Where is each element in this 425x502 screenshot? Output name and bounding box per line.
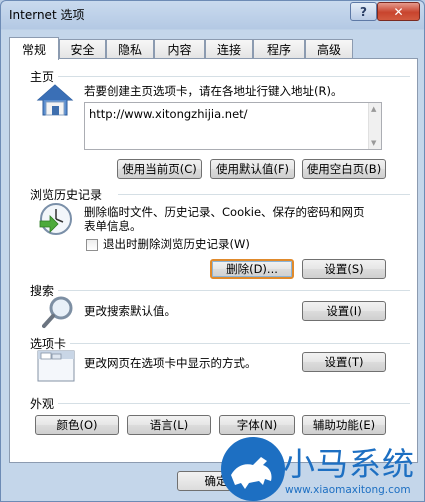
- search-settings-button[interactable]: 设置(I): [302, 301, 386, 321]
- help-button[interactable]: ?: [350, 2, 377, 21]
- tabs-settings-button[interactable]: 设置(T): [302, 352, 386, 372]
- tab-strip: 常规 安全 隐私 内容 连接 程序 高级: [9, 37, 419, 60]
- history-clock-icon: [39, 203, 72, 235]
- home-page-url-input[interactable]: http://www.xitongzhijia.net/ ▲ ▼: [84, 102, 382, 150]
- help-icon: ?: [360, 4, 367, 19]
- tabs-description: 更改网页在选项卡中显示的方式。: [84, 356, 257, 370]
- tab-privacy[interactable]: 隐私: [106, 39, 154, 58]
- section-divider: [70, 343, 410, 344]
- section-divider: [58, 290, 410, 291]
- delete-on-exit-label[interactable]: 退出时删除浏览历史记录(W): [103, 237, 250, 252]
- section-divider: [58, 76, 410, 77]
- use-current-button[interactable]: 使用当前页(C): [117, 159, 202, 179]
- languages-button[interactable]: 语言(L): [127, 415, 211, 435]
- url-scrollbar[interactable]: ▲ ▼: [368, 103, 381, 149]
- watermark: 小马系统 www.xiaomaxitong.com: [219, 431, 424, 501]
- tab-content[interactable]: 内容: [154, 39, 205, 58]
- history-description-line2: 表单信息。: [84, 219, 142, 233]
- tab-programs[interactable]: 程序: [253, 39, 305, 58]
- tab-general[interactable]: 常规: [9, 37, 59, 60]
- home-icon: [36, 84, 74, 116]
- history-settings-button[interactable]: 设置(S): [302, 259, 386, 279]
- window-title: Internet 选项: [9, 8, 85, 22]
- appearance-section-title: 外观: [30, 397, 55, 411]
- home-page-url-text: http://www.xitongzhijia.net/: [89, 107, 248, 121]
- tab-security[interactable]: 安全: [59, 39, 106, 58]
- search-description: 更改搜索默认值。: [84, 304, 176, 318]
- general-tab-panel: 主页 若要创建主页选项卡，请在各地址行键入地址(R)。 http://www.x…: [9, 58, 418, 463]
- internet-options-window: Internet 选项 ? ✕ 常规 安全 隐私 内容 连接 程序 高级 主页 …: [0, 0, 425, 502]
- watermark-url: www.xiaomaxitong.com: [285, 484, 411, 496]
- scroll-up-icon[interactable]: ▲: [371, 105, 376, 113]
- use-default-button[interactable]: 使用默认值(F): [210, 159, 295, 179]
- scroll-down-icon[interactable]: ▼: [371, 139, 376, 147]
- section-divider: [58, 403, 410, 404]
- close-icon: ✕: [393, 4, 404, 19]
- colors-button[interactable]: 颜色(O): [35, 415, 119, 435]
- tab-connections[interactable]: 连接: [205, 39, 253, 58]
- watermark-brand: 小马系统: [283, 445, 416, 483]
- delete-history-button[interactable]: 删除(D)...: [210, 259, 294, 279]
- horse-logo-icon: [221, 437, 285, 501]
- search-magnifier-icon: [42, 296, 73, 328]
- section-divider: [118, 194, 410, 195]
- history-section-title: 浏览历史记录: [30, 188, 103, 202]
- title-bar[interactable]: Internet 选项 ? ✕: [1, 1, 424, 27]
- close-button[interactable]: ✕: [377, 2, 420, 21]
- home-instruction: 若要创建主页选项卡，请在各地址行键入地址(R)。: [84, 84, 343, 98]
- history-description-line1: 删除临时文件、历史记录、Cookie、保存的密码和网页: [84, 205, 365, 219]
- delete-on-exit-checkbox[interactable]: [86, 239, 98, 251]
- use-blank-button[interactable]: 使用空白页(B): [302, 159, 386, 179]
- tabs-window-icon: [37, 350, 75, 382]
- tab-advanced[interactable]: 高级: [305, 39, 353, 58]
